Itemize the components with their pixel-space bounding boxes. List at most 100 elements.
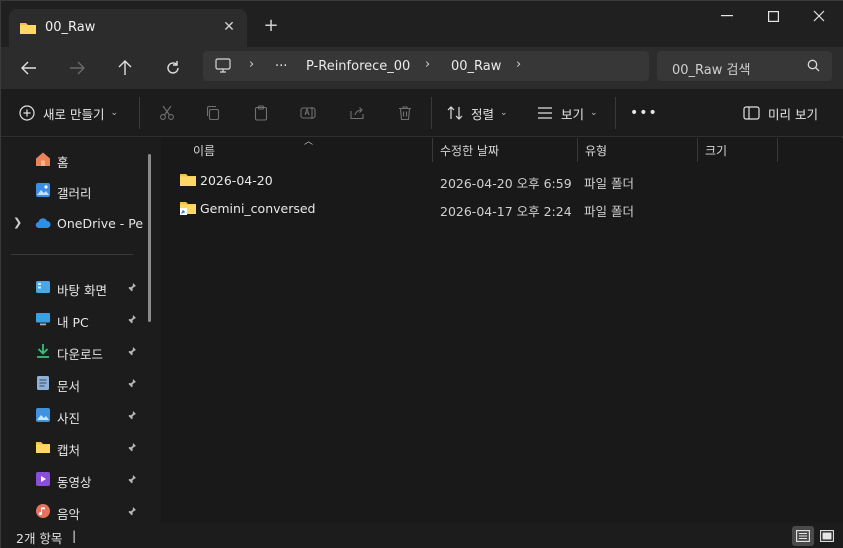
column-divider[interactable] [577,138,578,162]
paste-icon[interactable] [251,103,271,123]
new-button-label: 새로 만들기 [43,106,105,122]
new-button[interactable]: 새로 만들기 ⌄ [19,102,118,124]
plus-circle-icon [19,105,35,121]
cut-icon[interactable] [157,103,177,123]
back-button[interactable] [15,54,43,82]
sidebar-item-videos[interactable]: 동영상 [1,465,147,493]
sort-button[interactable]: 정렬 ⌄ [447,102,508,124]
column-divider[interactable] [777,138,778,162]
chevron-right-icon: › [249,57,255,72]
sidebar-scrollbar[interactable] [148,154,151,322]
sidebar-item-documents[interactable]: 문서 [1,369,147,397]
onedrive-icon [35,218,51,229]
breadcrumb-item[interactable]: 00_Raw [451,59,501,74]
sort-icon [447,106,463,120]
column-header-name[interactable]: 이름 [193,142,215,166]
pin-icon [128,283,136,292]
shared-folder-icon [180,202,196,215]
maximize-button[interactable] [750,5,796,27]
preview-label: 미리 보기 [768,106,818,122]
search-box[interactable]: 00_Raw 검색 [657,51,832,81]
tab-title: 00_Raw [45,20,96,35]
minimize-button[interactable] [704,5,750,27]
documents-icon [37,376,49,390]
this-pc-icon [36,313,50,326]
refresh-icon [167,61,179,74]
chevron-right-icon[interactable]: › [425,57,430,72]
command-bar: 새로 만들기 ⌄ 정렬 ⌄ 보기 ⌄ ••• 미리 보기 [1,89,843,137]
arrow-left-icon [21,61,36,75]
desktop-icon [36,281,50,293]
preview-pane-button[interactable]: 미리 보기 [743,102,818,124]
tab-00-raw[interactable]: 00_Raw ✕ [9,9,247,47]
pin-icon [128,507,136,516]
arrow-right-icon [70,61,85,75]
refresh-button[interactable] [159,54,187,82]
address-bar[interactable]: › ··· P-Reinforece_00 › 00_Raw › [203,51,649,81]
file-row[interactable]: 2026-04-20 2026-04-20 오후 6:59 파일 폴더 [171,167,771,193]
text-cursor: | [72,528,77,543]
details-view-icon [796,530,810,542]
view-list-icon [538,107,552,119]
sidebar-item-label: 홈 [57,155,69,170]
sort-ascending-icon: ︿ [304,137,314,147]
rename-icon[interactable] [299,103,319,123]
forward-button[interactable] [63,54,91,82]
copy-icon[interactable] [203,103,223,123]
more-options-button[interactable]: ••• [630,102,658,124]
tiles-view-button[interactable] [816,526,838,546]
view-button[interactable]: 보기 ⌄ [537,102,598,124]
column-header-type[interactable]: 유형 [585,142,607,166]
file-name: 2026-04-20 [200,173,273,188]
sort-label: 정렬 [471,106,495,122]
gallery-icon [36,183,50,197]
chevron-right-icon[interactable]: ❯ [13,216,22,229]
chevron-down-icon: ⌄ [500,108,508,118]
view-label: 보기 [561,106,585,122]
column-header-size[interactable]: 크기 [705,142,727,166]
pin-icon [128,315,136,324]
sidebar-item-desktop[interactable]: 바탕 화면 [1,273,147,301]
chevron-right-icon[interactable]: › [516,57,521,72]
file-explorer-window: 00_Raw ✕ + › ··· P-Reinforece_00 › 00_Ra… [0,0,843,548]
close-tab-button[interactable]: ✕ [219,17,239,37]
navigation-pane: 홈 갤러리 ❯ OneDrive - Pers 바탕 화면 내 PC 다운로드 [1,138,161,523]
sidebar-item-music[interactable]: 음악 [1,497,147,525]
pin-icon [128,411,136,420]
up-button[interactable] [111,54,139,82]
breadcrumb-item[interactable]: P-Reinforece_00 [306,59,410,74]
new-tab-button[interactable]: + [259,13,283,37]
pictures-icon [36,408,50,422]
home-icon [36,152,50,166]
column-divider[interactable] [697,138,698,162]
divider [139,97,140,129]
sidebar-item-gallery[interactable]: 갤러리 [1,176,147,204]
divider [615,97,616,129]
file-type: 파일 폴더 [584,204,634,219]
chevron-down-icon: ⌄ [110,108,119,118]
file-name: Gemini_conversed [200,201,316,216]
column-divider[interactable] [432,138,433,162]
close-window-button[interactable] [796,5,842,27]
sidebar-item-capture[interactable]: 캡처 [1,433,147,461]
file-row[interactable]: Gemini_conversed 2026-04-17 오후 2:24 파일 폴… [171,195,771,221]
breadcrumb-overflow[interactable]: ··· [275,59,287,74]
sidebar-item-downloads[interactable]: 다운로드 [1,337,147,365]
delete-icon[interactable] [395,103,415,123]
sidebar-item-onedrive[interactable]: ❯ OneDrive - Pers [1,209,147,237]
details-view-button[interactable] [792,526,814,546]
tiles-view-icon [820,530,834,542]
folder-icon [180,174,196,186]
sidebar-item-pictures[interactable]: 사진 [1,401,147,429]
preview-pane-icon [743,106,760,120]
sidebar-item-home[interactable]: 홈 [1,145,147,173]
tab-bar: 00_Raw ✕ + [1,1,843,47]
sidebar-item-label: OneDrive - Pers [57,216,143,231]
videos-icon [36,472,50,486]
pin-icon [128,379,136,388]
search-placeholder: 00_Raw 검색 [672,63,751,78]
column-header-modified[interactable]: 수정한 날짜 [440,142,499,166]
status-bar: 2개 항목 | [1,523,843,548]
sidebar-item-this-pc[interactable]: 내 PC [1,305,147,333]
share-icon[interactable] [347,103,367,123]
